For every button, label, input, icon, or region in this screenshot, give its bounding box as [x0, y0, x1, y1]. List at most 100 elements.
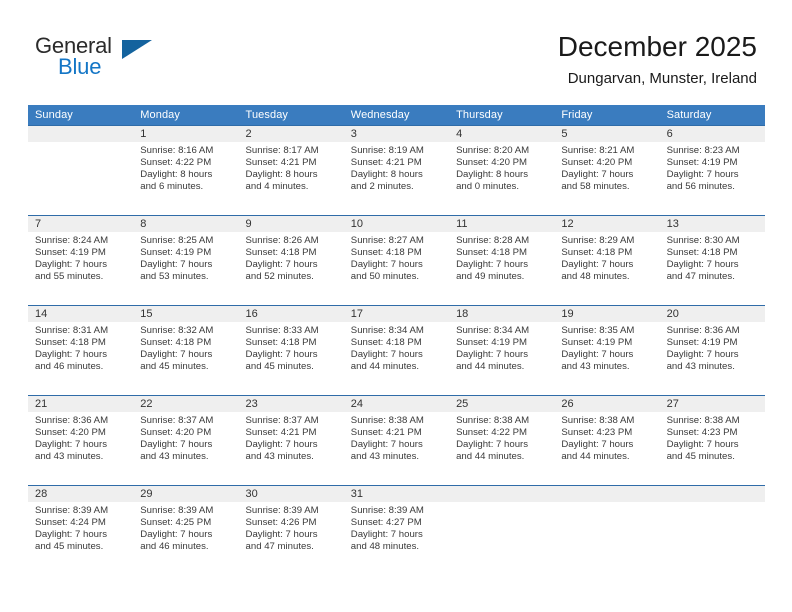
calendar-day-cell[interactable]: 14 Sunrise: 8:31 AM Sunset: 4:18 PM Dayl… [28, 306, 133, 395]
sunset-text: Sunset: 4:19 PM [456, 337, 527, 349]
day-number: 31 [350, 488, 364, 500]
sunrise-text: Sunrise: 8:38 AM [456, 415, 530, 426]
daylight-text-line2: and 6 minutes. [140, 181, 204, 193]
calendar-day-cell[interactable]: 7 Sunrise: 8:24 AM Sunset: 4:19 PM Dayli… [28, 216, 133, 305]
calendar-day-cell[interactable]: 8 Sunrise: 8:25 AM Sunset: 4:19 PM Dayli… [133, 216, 238, 305]
calendar-day-cell[interactable]: 26 Sunrise: 8:38 AM Sunset: 4:23 PM Dayl… [554, 396, 659, 485]
sunrise-text: Sunrise: 8:27 AM [350, 235, 424, 246]
calendar-day-cell[interactable]: 25 Sunrise: 8:38 AM Sunset: 4:22 PM Dayl… [449, 396, 554, 485]
calendar-day-cell[interactable]: 16 Sunrise: 8:33 AM Sunset: 4:18 PM Dayl… [239, 306, 344, 395]
brand-logo[interactable]: General Blue [35, 34, 235, 84]
daylight-text-line2: and 43 minutes. [140, 451, 209, 463]
day-details: Sunrise: 8:29 AM Sunset: 4:18 PM Dayligh… [561, 235, 653, 283]
day-details: Sunrise: 8:37 AM Sunset: 4:21 PM Dayligh… [246, 415, 338, 463]
sunrise-text: Sunrise: 8:16 AM [140, 145, 214, 156]
sunset-text: Sunset: 4:18 PM [666, 247, 738, 259]
daylight-text-line1: Daylight: 7 hours [561, 169, 634, 181]
sunset-text: Sunset: 4:24 PM [35, 517, 106, 529]
sunset-text: Sunset: 4:19 PM [561, 337, 633, 349]
sunset-text: Sunset: 4:21 PM [350, 427, 422, 439]
daylight-text-line2: and 44 minutes. [561, 451, 630, 463]
weekday-header-monday: Monday [140, 109, 180, 121]
sunset-text: Sunset: 4:19 PM [666, 337, 738, 349]
daylight-text-line1: Daylight: 7 hours [456, 349, 529, 361]
calendar-day-cell[interactable]: 27 Sunrise: 8:38 AM Sunset: 4:23 PM Dayl… [660, 396, 765, 485]
calendar-day-cell[interactable]: 9 Sunrise: 8:26 AM Sunset: 4:18 PM Dayli… [239, 216, 344, 305]
sunset-text: Sunset: 4:22 PM [140, 157, 212, 169]
sunrise-text: Sunrise: 8:32 AM [140, 325, 214, 336]
calendar-day-cell[interactable]: 15 Sunrise: 8:32 AM Sunset: 4:18 PM Dayl… [133, 306, 238, 395]
calendar-page: General Blue December 2025 Dungarvan, Mu… [0, 0, 792, 612]
sunrise-text: Sunrise: 8:36 AM [35, 415, 109, 426]
daylight-text-line2: and 55 minutes. [35, 271, 104, 283]
day-number: 28 [35, 488, 48, 500]
day-details: Sunrise: 8:26 AM Sunset: 4:18 PM Dayligh… [246, 235, 338, 283]
calendar-day-cell[interactable]: 2 Sunrise: 8:17 AM Sunset: 4:21 PM Dayli… [239, 126, 344, 215]
calendar-day-cell[interactable]: 4 Sunrise: 8:20 AM Sunset: 4:20 PM Dayli… [449, 126, 554, 215]
daylight-text-line1: Daylight: 8 hours [245, 169, 318, 181]
sunrise-text: Sunrise: 8:39 AM [245, 505, 319, 516]
sunset-text: Sunset: 4:21 PM [245, 427, 317, 439]
daylight-text-line2: and 48 minutes. [561, 271, 630, 283]
daylight-text-line1: Daylight: 7 hours [561, 259, 634, 271]
calendar-day-cell[interactable]: 24 Sunrise: 8:38 AM Sunset: 4:21 PM Dayl… [344, 396, 449, 485]
day-number: 16 [245, 308, 258, 320]
sunrise-text: Sunrise: 8:39 AM [350, 505, 424, 516]
calendar-day-cell [449, 486, 554, 575]
daylight-text-line1: Daylight: 7 hours [245, 439, 318, 451]
day-number: 7 [35, 218, 42, 230]
day-details: Sunrise: 8:31 AM Sunset: 4:18 PM Dayligh… [35, 325, 127, 373]
calendar-week-row: 1 Sunrise: 8:16 AM Sunset: 4:22 PM Dayli… [28, 125, 765, 215]
calendar-day-cell[interactable]: 29 Sunrise: 8:39 AM Sunset: 4:25 PM Dayl… [133, 486, 238, 575]
daylight-text-line1: Daylight: 7 hours [456, 259, 529, 271]
sunset-text: Sunset: 4:18 PM [561, 247, 633, 259]
calendar-day-cell[interactable]: 19 Sunrise: 8:35 AM Sunset: 4:19 PM Dayl… [554, 306, 659, 395]
day-details: Sunrise: 8:35 AM Sunset: 4:19 PM Dayligh… [561, 325, 653, 373]
daylight-text-line1: Daylight: 7 hours [456, 439, 529, 451]
brand-triangle-icon [122, 40, 152, 59]
daylight-text-line2: and 45 minutes. [245, 361, 314, 373]
calendar-day-cell[interactable]: 30 Sunrise: 8:39 AM Sunset: 4:26 PM Dayl… [239, 486, 344, 575]
day-number: 4 [456, 128, 463, 140]
calendar-day-cell[interactable]: 3 Sunrise: 8:19 AM Sunset: 4:21 PM Dayli… [344, 126, 449, 215]
sunrise-text: Sunrise: 8:36 AM [666, 325, 740, 336]
sunset-text: Sunset: 4:22 PM [456, 427, 527, 439]
daylight-text-line1: Daylight: 7 hours [140, 259, 213, 271]
calendar-day-cell[interactable]: 1 Sunrise: 8:16 AM Sunset: 4:22 PM Dayli… [133, 126, 238, 215]
sunset-text: Sunset: 4:26 PM [245, 517, 317, 529]
calendar-day-cell[interactable]: 11 Sunrise: 8:28 AM Sunset: 4:18 PM Dayl… [449, 216, 554, 305]
calendar-day-cell[interactable]: 31 Sunrise: 8:39 AM Sunset: 4:27 PM Dayl… [344, 486, 449, 575]
calendar-day-cell[interactable]: 28 Sunrise: 8:39 AM Sunset: 4:24 PM Dayl… [28, 486, 133, 575]
sunrise-text: Sunrise: 8:34 AM [456, 325, 530, 336]
calendar-day-cell[interactable]: 5 Sunrise: 8:21 AM Sunset: 4:20 PM Dayli… [554, 126, 659, 215]
day-details: Sunrise: 8:23 AM Sunset: 4:19 PM Dayligh… [667, 145, 759, 193]
calendar-day-cell[interactable]: 21 Sunrise: 8:36 AM Sunset: 4:20 PM Dayl… [28, 396, 133, 485]
sunrise-text: Sunrise: 8:19 AM [350, 145, 424, 156]
daylight-text-line2: and 52 minutes. [245, 271, 314, 283]
calendar-day-cell[interactable]: 12 Sunrise: 8:29 AM Sunset: 4:18 PM Dayl… [554, 216, 659, 305]
calendar-week-row: 28 Sunrise: 8:39 AM Sunset: 4:24 PM Dayl… [28, 485, 765, 575]
calendar-day-cell[interactable]: 23 Sunrise: 8:37 AM Sunset: 4:21 PM Dayl… [239, 396, 344, 485]
daylight-text-line2: and 50 minutes. [350, 271, 420, 283]
sunrise-text: Sunrise: 8:24 AM [35, 235, 109, 246]
calendar-week-row: 14 Sunrise: 8:31 AM Sunset: 4:18 PM Dayl… [28, 305, 765, 395]
calendar-day-cell[interactable]: 18 Sunrise: 8:34 AM Sunset: 4:19 PM Dayl… [449, 306, 554, 395]
calendar-week-row: 21 Sunrise: 8:36 AM Sunset: 4:20 PM Dayl… [28, 395, 765, 485]
calendar-day-cell[interactable]: 22 Sunrise: 8:37 AM Sunset: 4:20 PM Dayl… [133, 396, 238, 485]
calendar-day-cell[interactable]: 20 Sunrise: 8:36 AM Sunset: 4:19 PM Dayl… [660, 306, 765, 395]
calendar-day-cell[interactable]: 6 Sunrise: 8:23 AM Sunset: 4:19 PM Dayli… [660, 126, 765, 215]
day-details: Sunrise: 8:38 AM Sunset: 4:21 PM Dayligh… [351, 415, 443, 463]
daylight-text-line2: and 47 minutes. [666, 271, 735, 283]
day-number: 29 [140, 488, 153, 500]
day-number: 6 [666, 128, 673, 140]
daylight-text-line1: Daylight: 7 hours [666, 349, 739, 361]
day-number: 8 [140, 218, 147, 230]
calendar-week-row: 7 Sunrise: 8:24 AM Sunset: 4:19 PM Dayli… [28, 215, 765, 305]
calendar-day-cell[interactable]: 13 Sunrise: 8:30 AM Sunset: 4:18 PM Dayl… [660, 216, 765, 305]
weekday-header-row: Sunday Monday Tuesday Wednesday Thursday… [28, 105, 765, 125]
daylight-text-line1: Daylight: 7 hours [350, 529, 423, 541]
calendar-day-cell[interactable]: 17 Sunrise: 8:34 AM Sunset: 4:18 PM Dayl… [344, 306, 449, 395]
day-details: Sunrise: 8:24 AM Sunset: 4:19 PM Dayligh… [35, 235, 127, 283]
daylight-text-line2: and 43 minutes. [666, 361, 735, 373]
calendar-day-cell[interactable]: 10 Sunrise: 8:27 AM Sunset: 4:18 PM Dayl… [344, 216, 449, 305]
